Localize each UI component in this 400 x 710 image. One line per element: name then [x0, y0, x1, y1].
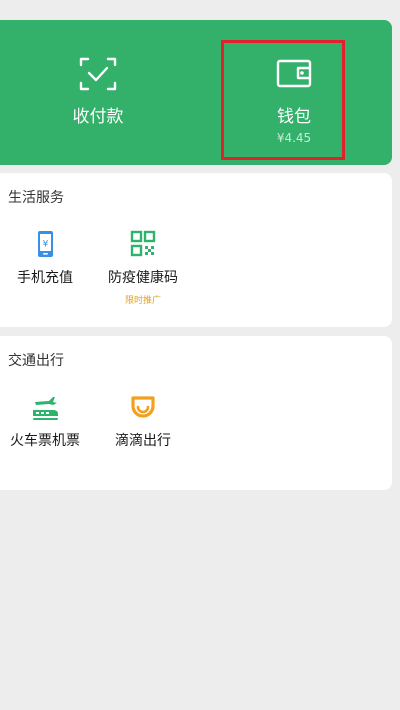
life-services-section: 生活服务 ¥ 手机充值 防疫健康码 限时推广 [0, 173, 392, 327]
scan-check-icon [79, 57, 117, 91]
didi-icon [131, 396, 155, 418]
pay-receive-button[interactable]: 收付款 [0, 20, 196, 165]
service-phone-recharge[interactable]: ¥ 手机充值 [0, 229, 90, 287]
service-health-code[interactable]: 防疫健康码 限时推广 [98, 229, 188, 306]
section-title-life-services: 生活服务 [8, 190, 64, 206]
promo-tag: 限时推广 [124, 296, 161, 306]
qr-code-icon [130, 230, 156, 257]
pay-receive-label: 收付款 [72, 107, 124, 127]
traffic-section: 交通出行 火车票机票 滴滴出行 [0, 336, 392, 490]
phone-recharge-icon: ¥ [38, 231, 53, 257]
svg-text:¥: ¥ [43, 240, 49, 250]
service-train-plane[interactable]: 火车票机票 [0, 392, 90, 450]
service-didi[interactable]: 滴滴出行 [98, 392, 188, 450]
train-plane-icon [33, 397, 58, 420]
services-page: 收付款 钱包 ¥4.45 生活服务 ¥ 手机充值 防疫健康码 限时推广 交通出行… [0, 0, 400, 710]
service-label: 手机充值 [17, 270, 73, 286]
service-label: 滴滴出行 [115, 433, 171, 449]
service-label: 火车票机票 [10, 433, 80, 449]
section-title-traffic: 交通出行 [8, 353, 64, 369]
wallet-highlight-box [221, 40, 345, 160]
service-label: 防疫健康码 [108, 270, 178, 286]
